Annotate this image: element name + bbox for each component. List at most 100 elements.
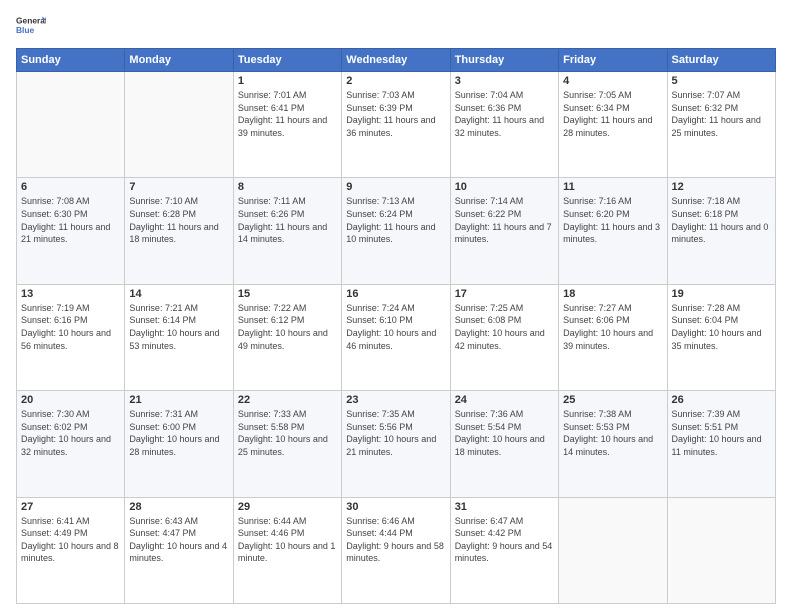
calendar-cell: 8 Sunrise: 7:11 AM Sunset: 6:26 PM Daylig… (233, 178, 341, 284)
day-number: 23 (346, 394, 445, 406)
day-number: 26 (672, 394, 771, 406)
day-number: 3 (455, 75, 554, 87)
calendar-week-row: 13 Sunrise: 7:19 AM Sunset: 6:16 PM Dayli… (17, 284, 776, 390)
day-info: Sunrise: 6:43 AM Sunset: 4:47 PM Dayligh… (129, 515, 228, 565)
day-info: Sunrise: 7:03 AM Sunset: 6:39 PM Dayligh… (346, 89, 445, 139)
calendar-header-row: SundayMondayTuesdayWednesdayThursdayFrid… (17, 49, 776, 72)
calendar-cell: 24 Sunrise: 7:36 AM Sunset: 5:54 PM Dayli… (450, 391, 558, 497)
calendar-cell (667, 497, 775, 603)
calendar-cell: 31 Sunrise: 6:47 AM Sunset: 4:42 PM Dayli… (450, 497, 558, 603)
day-info: Sunrise: 7:39 AM Sunset: 5:51 PM Dayligh… (672, 408, 771, 458)
day-number: 11 (563, 181, 662, 193)
day-number: 7 (129, 181, 228, 193)
calendar-cell: 14 Sunrise: 7:21 AM Sunset: 6:14 PM Dayli… (125, 284, 233, 390)
day-number: 5 (672, 75, 771, 87)
day-number: 6 (21, 181, 120, 193)
header: General Blue (16, 12, 776, 40)
calendar-cell: 5 Sunrise: 7:07 AM Sunset: 6:32 PM Daylig… (667, 72, 775, 178)
calendar-cell: 12Sunrise: 7:18 AM Sunset: 6:18 PM Dayli… (667, 178, 775, 284)
day-info: Sunrise: 7:11 AM Sunset: 6:26 PM Dayligh… (238, 195, 337, 245)
day-info: Sunrise: 7:38 AM Sunset: 5:53 PM Dayligh… (563, 408, 662, 458)
day-number: 12 (672, 181, 771, 193)
day-number: 9 (346, 181, 445, 193)
calendar-cell: 11Sunrise: 7:16 AM Sunset: 6:20 PM Dayli… (559, 178, 667, 284)
calendar-cell: 22Sunrise: 7:33 AM Sunset: 5:58 PM Dayli… (233, 391, 341, 497)
day-info: Sunrise: 6:46 AM Sunset: 4:44 PM Dayligh… (346, 515, 445, 565)
day-number: 16 (346, 288, 445, 300)
day-info: Sunrise: 7:14 AM Sunset: 6:22 PM Dayligh… (455, 195, 554, 245)
day-info: Sunrise: 7:08 AM Sunset: 6:30 PM Dayligh… (21, 195, 120, 245)
calendar-cell: 23 Sunrise: 7:35 AM Sunset: 5:56 PM Dayli… (342, 391, 450, 497)
svg-text:General: General (16, 16, 46, 26)
day-number: 21 (129, 394, 228, 406)
day-info: Sunrise: 7:31 AM Sunset: 6:00 PM Dayligh… (129, 408, 228, 458)
day-number: 1 (238, 75, 337, 87)
calendar-cell: 6 Sunrise: 7:08 AM Sunset: 6:30 PM Daylig… (17, 178, 125, 284)
calendar-cell: 21 Sunrise: 7:31 AM Sunset: 6:00 PM Dayli… (125, 391, 233, 497)
day-info: Sunrise: 7:28 AM Sunset: 6:04 PM Dayligh… (672, 302, 771, 352)
calendar-cell (559, 497, 667, 603)
day-info: Sunrise: 7:10 AM Sunset: 6:28 PM Dayligh… (129, 195, 228, 245)
calendar-cell: 25 Sunrise: 7:38 AM Sunset: 5:53 PM Dayli… (559, 391, 667, 497)
calendar-cell: 9Sunrise: 7:13 AM Sunset: 6:24 PM Daylig… (342, 178, 450, 284)
calendar-cell: 26 Sunrise: 7:39 AM Sunset: 5:51 PM Dayli… (667, 391, 775, 497)
calendar-cell: 19 Sunrise: 7:28 AM Sunset: 6:04 PM Dayli… (667, 284, 775, 390)
column-header-wednesday: Wednesday (342, 49, 450, 72)
calendar-cell (17, 72, 125, 178)
day-info: Sunrise: 7:04 AM Sunset: 6:36 PM Dayligh… (455, 89, 554, 139)
calendar-week-row: 6 Sunrise: 7:08 AM Sunset: 6:30 PM Daylig… (17, 178, 776, 284)
calendar-cell: 15Sunrise: 7:22 AM Sunset: 6:12 PM Dayli… (233, 284, 341, 390)
day-number: 31 (455, 501, 554, 513)
day-number: 19 (672, 288, 771, 300)
page: General Blue SundayMondayTuesdayWednesda… (0, 0, 792, 612)
day-info: Sunrise: 7:27 AM Sunset: 6:06 PM Dayligh… (563, 302, 662, 352)
calendar-cell: 29Sunrise: 6:44 AM Sunset: 4:46 PM Dayli… (233, 497, 341, 603)
day-info: Sunrise: 6:47 AM Sunset: 4:42 PM Dayligh… (455, 515, 554, 565)
day-info: Sunrise: 7:35 AM Sunset: 5:56 PM Dayligh… (346, 408, 445, 458)
day-info: Sunrise: 7:19 AM Sunset: 6:16 PM Dayligh… (21, 302, 120, 352)
calendar-cell: 28 Sunrise: 6:43 AM Sunset: 4:47 PM Dayli… (125, 497, 233, 603)
day-number: 28 (129, 501, 228, 513)
calendar-cell: 3 Sunrise: 7:04 AM Sunset: 6:36 PM Daylig… (450, 72, 558, 178)
calendar-week-row: 20Sunrise: 7:30 AM Sunset: 6:02 PM Dayli… (17, 391, 776, 497)
column-header-tuesday: Tuesday (233, 49, 341, 72)
day-info: Sunrise: 7:22 AM Sunset: 6:12 PM Dayligh… (238, 302, 337, 352)
day-number: 10 (455, 181, 554, 193)
day-number: 4 (563, 75, 662, 87)
column-header-monday: Monday (125, 49, 233, 72)
day-number: 2 (346, 75, 445, 87)
day-number: 18 (563, 288, 662, 300)
calendar-cell: 18 Sunrise: 7:27 AM Sunset: 6:06 PM Dayli… (559, 284, 667, 390)
column-header-sunday: Sunday (17, 49, 125, 72)
calendar-cell: 16 Sunrise: 7:24 AM Sunset: 6:10 PM Dayli… (342, 284, 450, 390)
calendar-cell: 1 Sunrise: 7:01 AM Sunset: 6:41 PM Daylig… (233, 72, 341, 178)
day-number: 27 (21, 501, 120, 513)
calendar-cell (125, 72, 233, 178)
day-number: 13 (21, 288, 120, 300)
calendar-cell: 20Sunrise: 7:30 AM Sunset: 6:02 PM Dayli… (17, 391, 125, 497)
logo: General Blue (16, 12, 46, 40)
day-number: 29 (238, 501, 337, 513)
day-number: 20 (21, 394, 120, 406)
day-number: 17 (455, 288, 554, 300)
calendar-cell: 30 Sunrise: 6:46 AM Sunset: 4:44 PM Dayli… (342, 497, 450, 603)
calendar-cell: 13 Sunrise: 7:19 AM Sunset: 6:16 PM Dayli… (17, 284, 125, 390)
day-info: Sunrise: 7:07 AM Sunset: 6:32 PM Dayligh… (672, 89, 771, 139)
day-info: Sunrise: 7:36 AM Sunset: 5:54 PM Dayligh… (455, 408, 554, 458)
day-info: Sunrise: 7:21 AM Sunset: 6:14 PM Dayligh… (129, 302, 228, 352)
calendar-week-row: 27Sunrise: 6:41 AM Sunset: 4:49 PM Dayli… (17, 497, 776, 603)
day-info: Sunrise: 7:25 AM Sunset: 6:08 PM Dayligh… (455, 302, 554, 352)
day-number: 30 (346, 501, 445, 513)
day-number: 25 (563, 394, 662, 406)
day-info: Sunrise: 7:33 AM Sunset: 5:58 PM Dayligh… (238, 408, 337, 458)
day-info: Sunrise: 7:24 AM Sunset: 6:10 PM Dayligh… (346, 302, 445, 352)
day-info: Sunrise: 7:05 AM Sunset: 6:34 PM Dayligh… (563, 89, 662, 139)
day-number: 8 (238, 181, 337, 193)
day-info: Sunrise: 7:01 AM Sunset: 6:41 PM Dayligh… (238, 89, 337, 139)
calendar-cell: 2 Sunrise: 7:03 AM Sunset: 6:39 PM Daylig… (342, 72, 450, 178)
day-number: 24 (455, 394, 554, 406)
calendar-cell: 7 Sunrise: 7:10 AM Sunset: 6:28 PM Daylig… (125, 178, 233, 284)
calendar-cell: 27Sunrise: 6:41 AM Sunset: 4:49 PM Dayli… (17, 497, 125, 603)
calendar-week-row: 1 Sunrise: 7:01 AM Sunset: 6:41 PM Daylig… (17, 72, 776, 178)
day-number: 14 (129, 288, 228, 300)
